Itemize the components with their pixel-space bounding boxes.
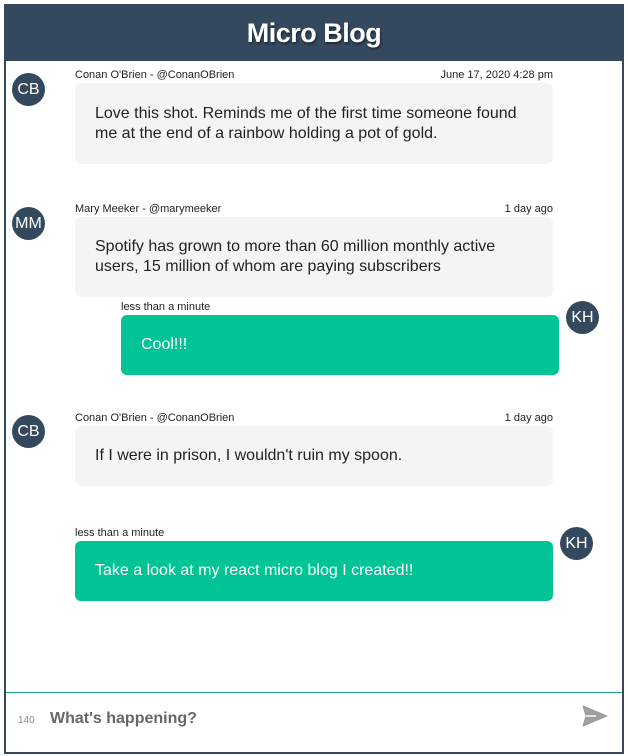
character-counter: 140 [18,715,35,726]
send-icon [582,705,608,727]
message-bubble: Spotify has grown to more than 60 millio… [75,217,553,297]
avatar: CB [12,415,45,448]
compose-input[interactable] [50,707,570,731]
micro-blog-app: Micro Blog CB Conan O'Brien - @ConanOBri… [4,4,624,754]
avatar: KH [566,301,599,334]
send-button[interactable] [581,705,609,729]
message-text: Cool!!! [141,336,188,353]
avatar: MM [12,207,45,240]
avatar: CB [12,73,45,106]
message-text: Take a look at my react micro blog I cre… [95,562,414,579]
message-text: If I were in prison, I wouldn't ruin my … [95,447,403,464]
own-message-bubble: Take a look at my react micro blog I cre… [75,541,553,601]
message-author: Mary Meeker - @marymeeker [75,203,222,215]
page-title: Micro Blog [246,18,382,48]
message-author: Conan O'Brien - @ConanOBrien [75,412,235,424]
avatar: KH [560,527,593,560]
message-timestamp: 1 day ago [504,203,553,215]
message-timestamp: June 17, 2020 4:28 pm [440,69,553,81]
message-text: Love this shot. Reminds me of the first … [95,104,517,142]
own-message-bubble: Cool!!! [121,315,559,375]
message-timestamp: less than a minute [121,301,211,313]
message-bubble: Love this shot. Reminds me of the first … [75,83,553,164]
message-text: Spotify has grown to more than 60 millio… [95,238,496,275]
message-bubble: If I were in prison, I wouldn't ruin my … [75,426,553,486]
composer: 140 [6,692,622,752]
app-header: Micro Blog [6,6,622,61]
message-author: Conan O'Brien - @ConanOBrien [75,69,235,81]
message-feed[interactable]: CB Conan O'Brien - @ConanOBrien June 17,… [6,61,622,691]
message-timestamp: less than a minute [75,527,165,539]
message-timestamp: 1 day ago [504,412,553,424]
